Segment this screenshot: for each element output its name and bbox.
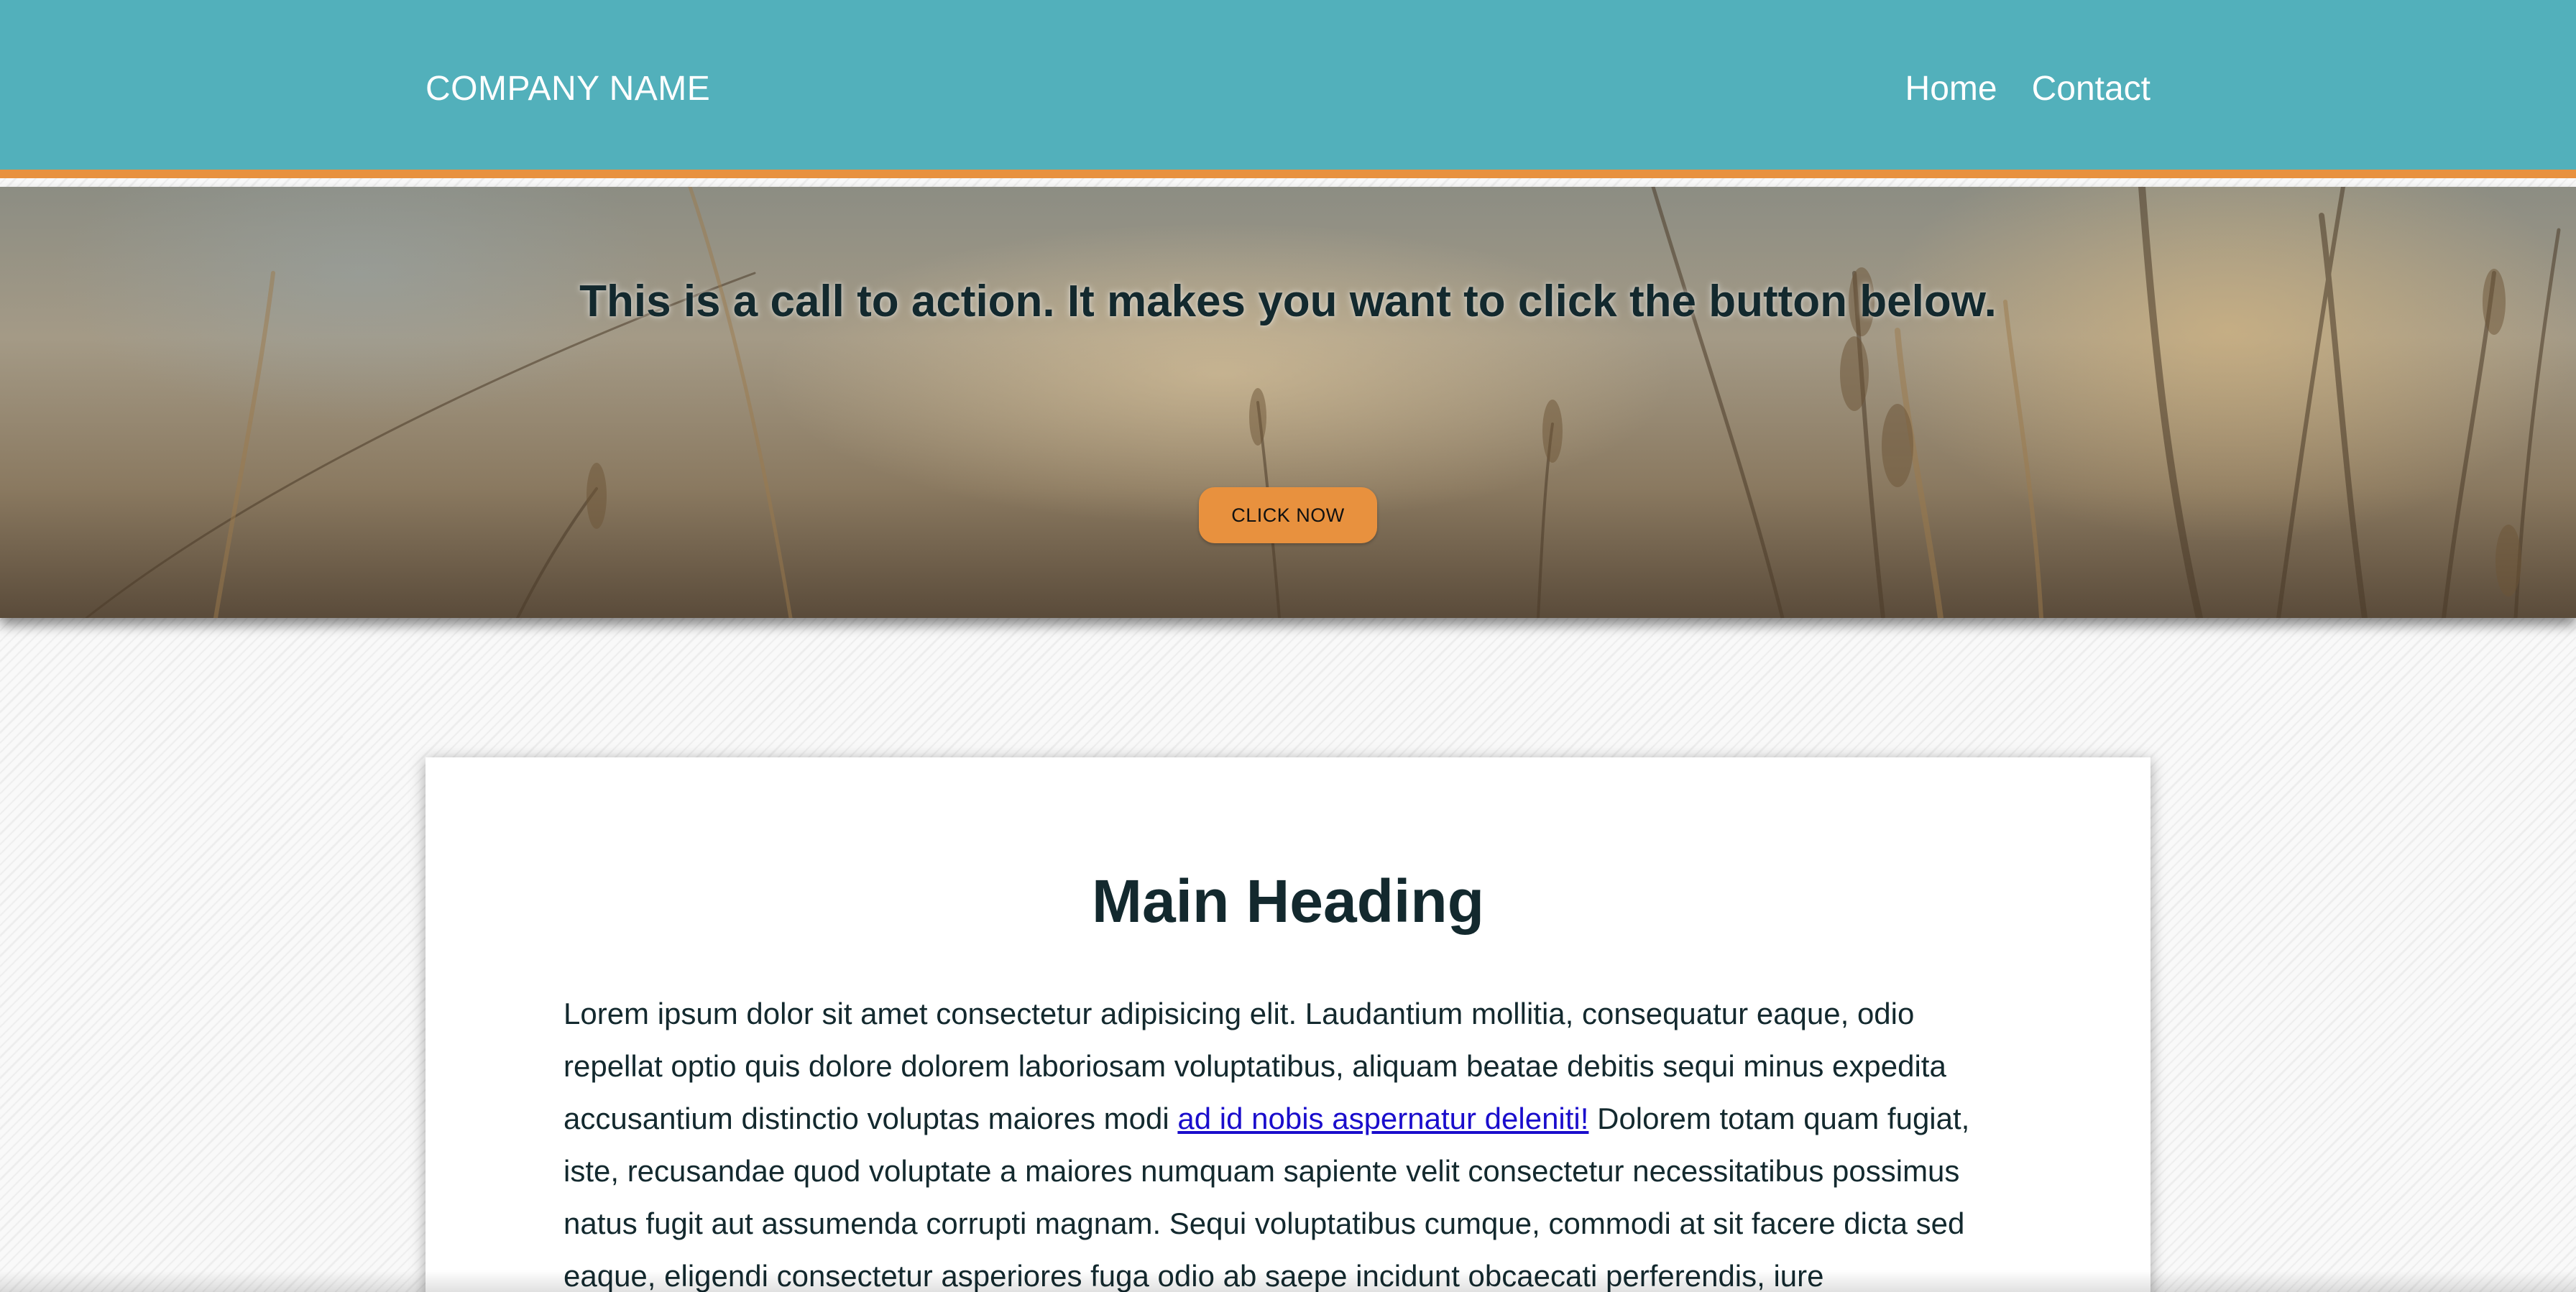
main-heading: Main Heading <box>1091 867 1485 935</box>
hero-banner: This is a call to action. It makes you w… <box>0 187 2576 618</box>
body-paragraph: Lorem ipsum dolor sit amet consectetur a… <box>564 987 2008 1292</box>
main-nav: Home Contact <box>1905 68 2150 111</box>
company-logo[interactable]: COMPANY NAME <box>426 68 710 111</box>
site-header: COMPANY NAME Home Contact <box>0 0 2576 178</box>
click-now-button[interactable]: CLICK NOW <box>1199 487 1377 543</box>
hero-call-to-action-text: This is a call to action. It makes you w… <box>579 277 1997 326</box>
wheat-field-background-image <box>85 187 2561 618</box>
nav-contact-link[interactable]: Contact <box>2032 68 2150 111</box>
inline-text-link[interactable]: ad id nobis aspernatur deleniti! <box>1177 1102 1588 1135</box>
main-content-card: Main Heading Lorem ipsum dolor sit amet … <box>426 757 2150 1292</box>
nav-home-link[interactable]: Home <box>1905 68 1997 111</box>
